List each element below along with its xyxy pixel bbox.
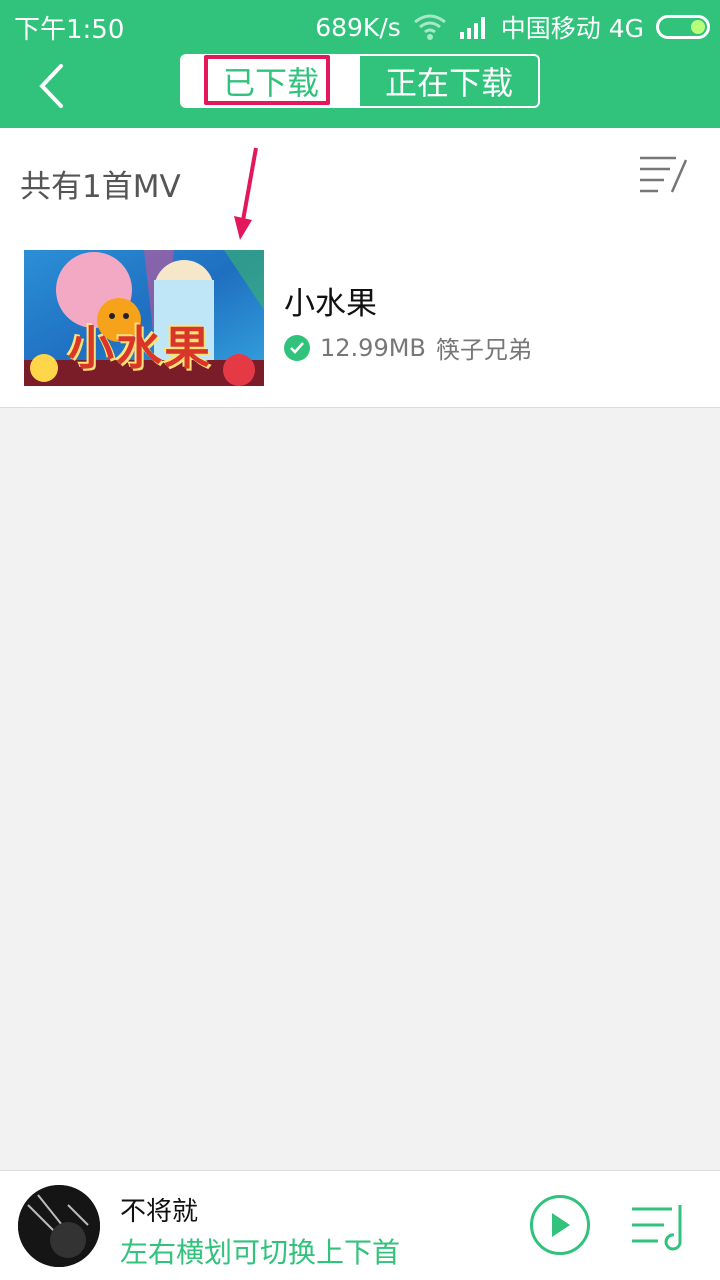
list-item[interactable]: 小水果 小水果 12.99MB 筷子兄弟: [0, 228, 720, 408]
mv-thumbnail: 小水果: [24, 250, 264, 386]
signal-icon: [459, 17, 485, 39]
file-size: 12.99MB: [320, 333, 426, 362]
status-time: 下午1:50: [14, 15, 125, 45]
mini-player[interactable]: 不将就 左右横划可切换上下首: [0, 1170, 720, 1280]
artist-name: 筷子兄弟: [435, 336, 532, 364]
wifi-icon: [413, 14, 446, 40]
carrier-label: 中国移动 4G: [500, 14, 644, 43]
now-playing-title: 不将就: [120, 1197, 199, 1227]
list-header: 共有1首MV: [0, 128, 720, 228]
back-arrow-icon: [39, 64, 63, 108]
status-right: 689K/s 中国移动 4G: [315, 9, 710, 45]
nav-bar: 已下载 正在下载: [0, 50, 720, 128]
back-button[interactable]: [22, 56, 82, 116]
mv-title: 小水果: [284, 286, 377, 322]
mv-meta: 12.99MB 筷子兄弟: [284, 330, 532, 365]
thumbnail-title: 小水果: [68, 321, 212, 375]
play-icon: [552, 1213, 570, 1237]
playlist-icon[interactable]: [628, 1201, 690, 1253]
downloaded-check-icon: [284, 334, 310, 361]
swipe-hint: 左右横划可切换上下首: [120, 1236, 401, 1269]
battery-icon: [656, 15, 710, 39]
album-cover[interactable]: [18, 1185, 100, 1267]
status-bar: 下午1:50 689K/s 中国移动 4G: [0, 0, 720, 50]
play-button[interactable]: [530, 1195, 590, 1255]
sort-icon[interactable]: [636, 152, 690, 196]
tab-downloading[interactable]: 正在下载: [360, 56, 538, 106]
annotation-arrow: [234, 147, 258, 240]
network-speed: 689K/s: [315, 12, 401, 42]
mv-count: 共有1首MV: [20, 169, 181, 205]
highlight-annotation: [204, 55, 330, 105]
